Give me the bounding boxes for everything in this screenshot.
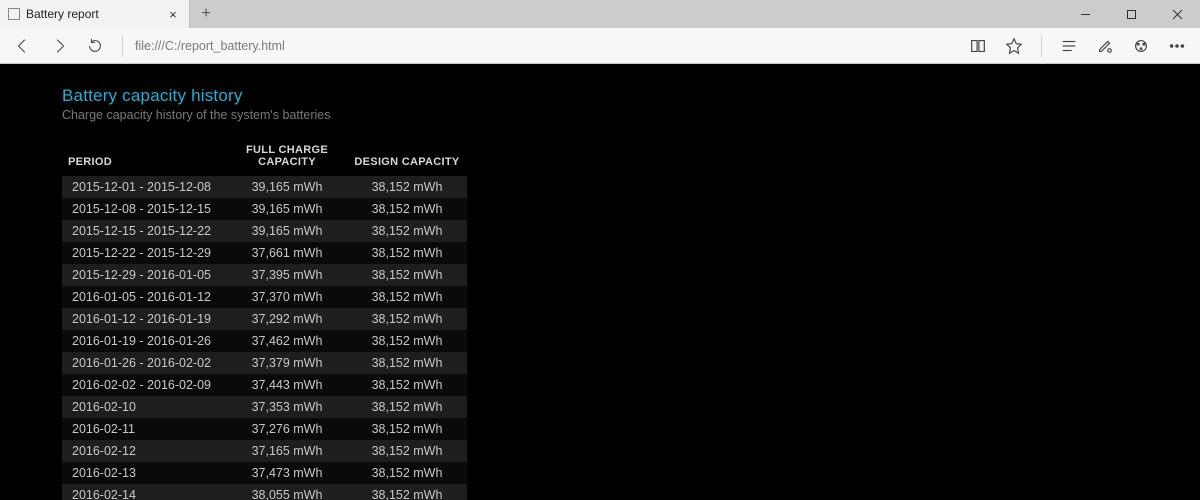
table-row: 2016-02-1337,473 mWh38,152 mWh	[62, 462, 467, 484]
cell-design: 38,152 mWh	[347, 176, 467, 198]
cell-full-charge: 37,462 mWh	[227, 330, 347, 352]
back-button[interactable]	[6, 31, 40, 61]
col-full-line2: CAPACITY	[258, 156, 316, 168]
cell-full-charge: 37,379 mWh	[227, 352, 347, 374]
cell-design: 38,152 mWh	[347, 484, 467, 500]
table-row: 2015-12-08 - 2015-12-1539,165 mWh38,152 …	[62, 198, 467, 220]
cell-full-charge: 37,292 mWh	[227, 308, 347, 330]
table-row: 2015-12-29 - 2016-01-0537,395 mWh38,152 …	[62, 264, 467, 286]
cell-period: 2016-01-19 - 2016-01-26	[62, 330, 227, 352]
cell-full-charge: 39,165 mWh	[227, 198, 347, 220]
cell-full-charge: 37,370 mWh	[227, 286, 347, 308]
more-button[interactable]	[1160, 31, 1194, 61]
cell-design: 38,152 mWh	[347, 220, 467, 242]
titlebar-spacer	[222, 0, 1062, 28]
forward-button[interactable]	[42, 31, 76, 61]
toolbar-divider	[1041, 35, 1042, 57]
cell-period: 2016-01-05 - 2016-01-12	[62, 286, 227, 308]
browser-toolbar	[0, 28, 1200, 64]
cell-period: 2016-01-26 - 2016-02-02	[62, 352, 227, 374]
window-controls	[1062, 0, 1200, 28]
table-row: 2015-12-01 - 2015-12-0839,165 mWh38,152 …	[62, 176, 467, 198]
browser-tab[interactable]: Battery report ×	[0, 0, 190, 28]
table-row: 2016-01-05 - 2016-01-1237,370 mWh38,152 …	[62, 286, 467, 308]
cell-full-charge: 37,353 mWh	[227, 396, 347, 418]
cell-design: 38,152 mWh	[347, 418, 467, 440]
cell-full-charge: 37,473 mWh	[227, 462, 347, 484]
cell-design: 38,152 mWh	[347, 374, 467, 396]
table-row: 2016-02-1137,276 mWh38,152 mWh	[62, 418, 467, 440]
cell-full-charge: 39,165 mWh	[227, 220, 347, 242]
page-content: Battery capacity history Charge capacity…	[0, 64, 1200, 500]
cell-full-charge: 37,165 mWh	[227, 440, 347, 462]
table-row: 2016-02-02 - 2016-02-0937,443 mWh38,152 …	[62, 374, 467, 396]
reading-view-button[interactable]	[961, 31, 995, 61]
tab-title: Battery report	[26, 7, 159, 21]
cell-period: 2015-12-01 - 2015-12-08	[62, 176, 227, 198]
maximize-button[interactable]	[1108, 0, 1154, 28]
cell-full-charge: 37,276 mWh	[227, 418, 347, 440]
table-row: 2016-02-1237,165 mWh38,152 mWh	[62, 440, 467, 462]
cell-period: 2015-12-29 - 2016-01-05	[62, 264, 227, 286]
cell-design: 38,152 mWh	[347, 286, 467, 308]
cell-design: 38,152 mWh	[347, 462, 467, 484]
cell-period: 2016-02-02 - 2016-02-09	[62, 374, 227, 396]
cell-full-charge: 37,661 mWh	[227, 242, 347, 264]
hub-button[interactable]	[1052, 31, 1086, 61]
cell-design: 38,152 mWh	[347, 330, 467, 352]
cell-period: 2016-01-12 - 2016-01-19	[62, 308, 227, 330]
cell-full-charge: 37,395 mWh	[227, 264, 347, 286]
cell-period: 2015-12-15 - 2015-12-22	[62, 220, 227, 242]
webnote-button[interactable]	[1088, 31, 1122, 61]
cell-period: 2015-12-08 - 2015-12-15	[62, 198, 227, 220]
cell-design: 38,152 mWh	[347, 308, 467, 330]
table-row: 2016-02-1037,353 mWh38,152 mWh	[62, 396, 467, 418]
cell-period: 2016-02-13	[62, 462, 227, 484]
page-icon	[8, 8, 20, 20]
col-period: PERIOD	[62, 140, 227, 176]
refresh-button[interactable]	[78, 31, 112, 61]
window-titlebar: Battery report × +	[0, 0, 1200, 28]
col-full-charge: FULL CHARGE CAPACITY	[227, 140, 347, 176]
capacity-history-table: PERIOD FULL CHARGE CAPACITY DESIGN CAPAC…	[62, 140, 467, 500]
cell-design: 38,152 mWh	[347, 198, 467, 220]
table-row: 2016-01-26 - 2016-02-0237,379 mWh38,152 …	[62, 352, 467, 374]
address-bar[interactable]	[133, 35, 959, 57]
new-tab-button[interactable]: +	[190, 0, 222, 28]
close-tab-icon[interactable]: ×	[165, 8, 181, 21]
share-button[interactable]	[1124, 31, 1158, 61]
cell-design: 38,152 mWh	[347, 396, 467, 418]
cell-period: 2016-02-14	[62, 484, 227, 500]
cell-period: 2016-02-10	[62, 396, 227, 418]
cell-period: 2016-02-12	[62, 440, 227, 462]
minimize-button[interactable]	[1062, 0, 1108, 28]
cell-period: 2016-02-11	[62, 418, 227, 440]
toolbar-divider	[122, 35, 123, 57]
table-row: 2015-12-22 - 2015-12-2937,661 mWh38,152 …	[62, 242, 467, 264]
cell-design: 38,152 mWh	[347, 440, 467, 462]
cell-period: 2015-12-22 - 2015-12-29	[62, 242, 227, 264]
cell-full-charge: 38,055 mWh	[227, 484, 347, 500]
cell-design: 38,152 mWh	[347, 352, 467, 374]
cell-full-charge: 37,443 mWh	[227, 374, 347, 396]
section-title: Battery capacity history	[62, 86, 1200, 106]
cell-full-charge: 39,165 mWh	[227, 176, 347, 198]
table-row: 2016-01-12 - 2016-01-1937,292 mWh38,152 …	[62, 308, 467, 330]
col-full-line1: FULL CHARGE	[246, 144, 328, 156]
table-row: 2016-01-19 - 2016-01-2637,462 mWh38,152 …	[62, 330, 467, 352]
table-row: 2016-02-1438,055 mWh38,152 mWh	[62, 484, 467, 500]
section-subtitle: Charge capacity history of the system's …	[62, 108, 1200, 122]
cell-design: 38,152 mWh	[347, 264, 467, 286]
cell-design: 38,152 mWh	[347, 242, 467, 264]
close-window-button[interactable]	[1154, 0, 1200, 28]
favorite-button[interactable]	[997, 31, 1031, 61]
col-design: DESIGN CAPACITY	[347, 140, 467, 176]
table-row: 2015-12-15 - 2015-12-2239,165 mWh38,152 …	[62, 220, 467, 242]
